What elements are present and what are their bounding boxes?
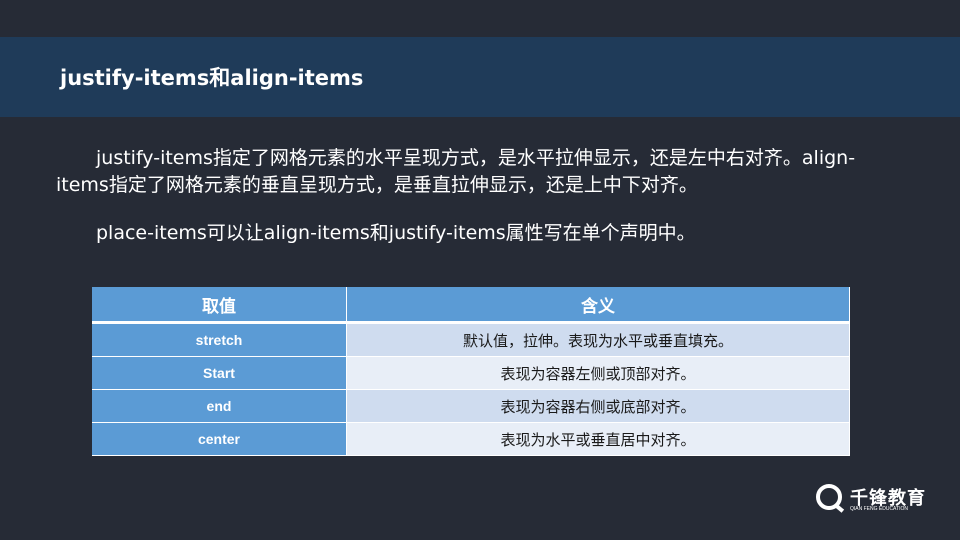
row-value: 默认值，拉伸。表现为水平或垂直填充。 [346, 322, 850, 357]
paragraph-place-items: place-items可以让align-items和justify-items属… [96, 222, 696, 244]
paragraph-justify-align: justify-items指定了网格元素的水平呈现方式，是水平拉伸显示，还是左中… [56, 145, 876, 199]
header-value: 取值 [92, 287, 347, 324]
table-row: stretch 默认值，拉伸。表现为水平或垂直填充。 [92, 322, 850, 357]
table-row: end 表现为容器右侧或底部对齐。 [92, 389, 850, 423]
table-header-row: 取值 含义 [92, 287, 850, 324]
paragraph-1-text: justify-items指定了网格元素的水平呈现方式，是水平拉伸显示，还是左中… [56, 147, 856, 196]
row-key: center [92, 422, 347, 456]
row-key: end [92, 389, 347, 423]
q-logo-icon [816, 484, 842, 510]
row-value: 表现为容器右侧或底部对齐。 [346, 389, 850, 423]
row-value: 表现为水平或垂直居中对齐。 [346, 422, 850, 456]
row-key: Start [92, 356, 347, 390]
table-row: center 表现为水平或垂直居中对齐。 [92, 422, 850, 456]
slide-title: justify-items和align-items [60, 66, 364, 90]
company-logo: 千锋教育 QIAN FENG EDUCATION [816, 484, 936, 516]
logo-name-en: QIAN FENG EDUCATION [850, 506, 908, 512]
header-meaning: 含义 [346, 287, 850, 324]
row-value: 表现为容器左侧或顶部对齐。 [346, 356, 850, 390]
table-row: Start 表现为容器左侧或顶部对齐。 [92, 356, 850, 390]
row-key: stretch [92, 322, 347, 357]
values-table: 取值 含义 stretch 默认值，拉伸。表现为水平或垂直填充。 Start 表… [92, 287, 850, 456]
